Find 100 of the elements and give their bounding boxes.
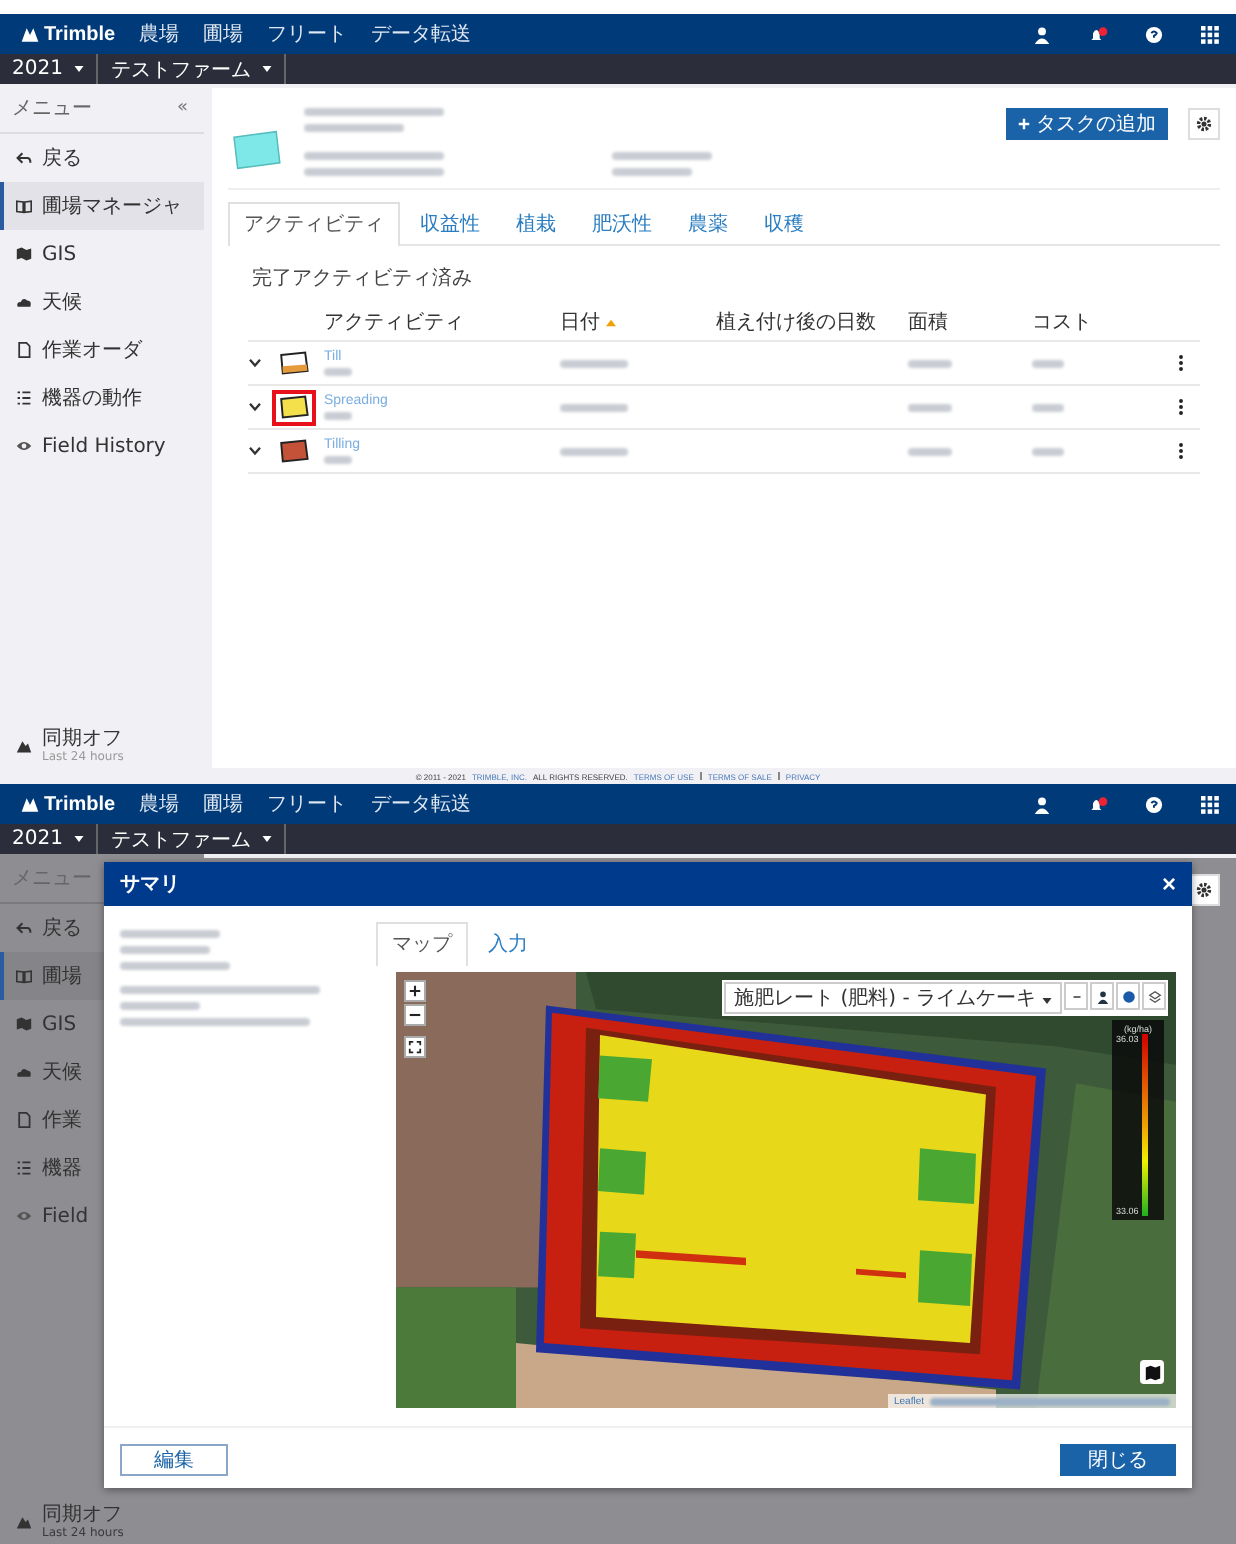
- sidebar-item[interactable]: 機器の動作: [0, 374, 204, 422]
- blurred-text: [560, 447, 628, 455]
- column-header[interactable]: アクティビティ: [324, 308, 560, 336]
- fullscreen-button[interactable]: [404, 1036, 426, 1058]
- nav-link[interactable]: 農場: [139, 790, 180, 818]
- bell-icon[interactable]: [1088, 795, 1108, 813]
- tab[interactable]: アクティビティ: [228, 202, 400, 246]
- sidebar-item[interactable]: Field History: [0, 422, 204, 470]
- sidebar-item[interactable]: 戻る: [0, 134, 204, 182]
- nav-link[interactable]: フリート: [267, 790, 348, 818]
- menu-title: メニュー: [12, 96, 92, 122]
- globe-button[interactable]: [1116, 982, 1140, 1010]
- tab[interactable]: 収益性: [404, 202, 496, 244]
- blurred-text: [612, 152, 712, 160]
- book-icon: [16, 968, 32, 984]
- sidebar-item[interactable]: GIS: [0, 1000, 204, 1048]
- tab[interactable]: 植栽: [500, 202, 572, 244]
- blurred-text: [304, 168, 444, 176]
- brand-name: Trimble: [44, 23, 116, 45]
- blurred-text: [120, 962, 230, 970]
- edit-button[interactable]: 編集: [120, 1444, 228, 1476]
- chevron-down-icon[interactable]: [248, 402, 262, 412]
- blurred-text: [560, 359, 628, 367]
- bell-icon[interactable]: [1088, 25, 1108, 43]
- back-arrow-icon: [16, 150, 32, 166]
- nav-link[interactable]: 農場: [139, 20, 180, 48]
- blurred-text: [612, 168, 692, 176]
- column-header[interactable]: コスト: [1032, 308, 1124, 336]
- chevron-down-icon[interactable]: [248, 358, 262, 368]
- eye-icon: [16, 1208, 32, 1224]
- sync-status: 同期オフ: [42, 728, 124, 750]
- more-options-icon[interactable]: [1178, 398, 1184, 416]
- sidebar-item[interactable]: 圃場マネージャ: [0, 182, 204, 230]
- sidebar-item[interactable]: 機器: [0, 1144, 204, 1192]
- blurred-text: [1032, 403, 1064, 411]
- collapse-button[interactable]: «: [176, 98, 188, 118]
- column-header[interactable]: 日付: [560, 308, 716, 336]
- map-view-button[interactable]: [1140, 1360, 1164, 1384]
- caret-icon: [74, 836, 85, 842]
- settings-icon: [1196, 116, 1212, 132]
- nav-link[interactable]: 圃場: [203, 790, 244, 818]
- sort-ascending-icon: [606, 317, 616, 327]
- settings-button[interactable]: [1188, 108, 1220, 140]
- list-icon: [16, 1160, 32, 1176]
- blurred-text: [324, 412, 352, 420]
- apps-grid-icon[interactable]: [1200, 25, 1220, 43]
- list-icon: [16, 390, 32, 406]
- user-icon: [1095, 989, 1109, 1003]
- blurred-text: [560, 403, 628, 411]
- apps-grid-icon[interactable]: [1200, 795, 1220, 813]
- minus-icon: [408, 1008, 422, 1022]
- user-button[interactable]: [1090, 982, 1114, 1010]
- help-icon[interactable]: [1144, 25, 1164, 43]
- nav-link[interactable]: データ転送: [371, 20, 472, 48]
- close-button[interactable]: ×: [1161, 870, 1176, 898]
- blurred-text: [908, 359, 952, 367]
- sidebar-item[interactable]: 天候: [0, 1048, 204, 1096]
- caret-icon: [262, 836, 273, 842]
- blurred-text: [1032, 359, 1064, 367]
- book-icon: [16, 198, 32, 214]
- blurred-text: [304, 152, 444, 160]
- column-header[interactable]: 面積: [908, 308, 1032, 336]
- zoom-in-button[interactable]: [404, 980, 426, 1002]
- blurred-text: [908, 403, 952, 411]
- sidebar-item[interactable]: 戻る: [0, 904, 204, 952]
- add-task-button[interactable]: タスクの追加: [1006, 108, 1168, 140]
- sidebar-item[interactable]: GIS: [0, 230, 204, 278]
- layers-button[interactable]: [1142, 982, 1166, 1010]
- sidebar-item[interactable]: 天候: [0, 278, 204, 326]
- logo[interactable]: Trimble: [20, 23, 116, 45]
- tab[interactable]: マップ: [376, 922, 468, 966]
- layer-dropdown[interactable]: 施肥レート (肥料) - ライムケーキ: [724, 982, 1062, 1014]
- column-header[interactable]: 植え付け後の日数: [716, 308, 908, 336]
- tab[interactable]: 収穫: [748, 202, 820, 244]
- brand-name: Trimble: [44, 793, 116, 815]
- blurred-text: [908, 447, 952, 455]
- blurred-text: [324, 456, 352, 464]
- chevron-down-icon[interactable]: [248, 446, 262, 456]
- user-icon[interactable]: [1032, 795, 1052, 813]
- zoom-out-button[interactable]: [404, 1004, 426, 1026]
- plus-icon: [408, 984, 422, 998]
- sidebar-item[interactable]: Field: [0, 1192, 204, 1240]
- tab[interactable]: 農薬: [672, 202, 744, 244]
- more-options-icon[interactable]: [1178, 354, 1184, 372]
- nav-link[interactable]: フリート: [267, 20, 348, 48]
- nav-link[interactable]: 圃場: [203, 20, 244, 48]
- blurred-text: [324, 368, 352, 376]
- dialog-title: サマリ: [120, 872, 180, 898]
- logo[interactable]: Trimble: [20, 793, 116, 815]
- tab[interactable]: 肥沃性: [576, 202, 668, 244]
- nav-link[interactable]: データ転送: [371, 790, 472, 818]
- tab[interactable]: 入力: [472, 922, 544, 964]
- close-dialog-button[interactable]: 閉じる: [1060, 1444, 1176, 1476]
- help-icon[interactable]: [1144, 795, 1164, 813]
- sidebar-item[interactable]: 作業: [0, 1096, 204, 1144]
- user-icon[interactable]: [1032, 25, 1052, 43]
- cloud-sync-icon: [16, 738, 32, 754]
- sidebar-item[interactable]: 作業オーダ: [0, 326, 204, 374]
- more-options-icon[interactable]: [1178, 442, 1184, 460]
- plus-icon: [1018, 118, 1030, 130]
